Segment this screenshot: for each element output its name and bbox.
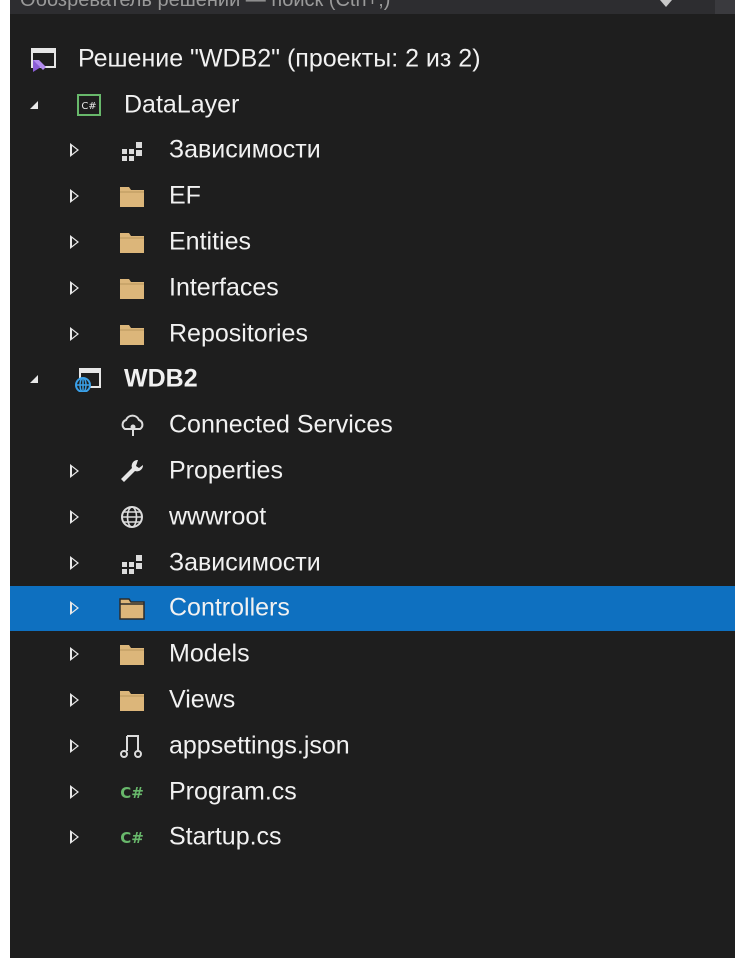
solution-explorer-panel: Обозреватель решений — поиск (Ctrl+;) Ре…	[10, 0, 735, 958]
collapse-arrow-icon[interactable]	[70, 647, 79, 662]
tree-item-label: Repositories	[169, 319, 308, 348]
connected-services-icon	[118, 412, 146, 438]
collapse-arrow-icon[interactable]	[70, 189, 79, 204]
svg-text:C#: C#	[81, 101, 96, 112]
tree-item-label: Connected Services	[169, 410, 393, 439]
tree-item-label: DataLayer	[124, 90, 240, 119]
tree-item-datalayer[interactable]: C# DataLayer	[10, 82, 735, 128]
json-file-icon	[118, 733, 146, 759]
solution-tree: Решение "WDB2" (проекты: 2 из 2) C# Data…	[10, 36, 735, 860]
tree-item-label: WDB2	[124, 364, 198, 393]
tree-item-label: Interfaces	[169, 273, 279, 302]
collapse-arrow-icon[interactable]	[70, 464, 79, 479]
tree-item-wwwroot[interactable]: wwwroot	[10, 494, 735, 540]
collapse-arrow-icon[interactable]	[70, 830, 79, 845]
tree-item-label: appsettings.json	[169, 731, 350, 760]
tree-item-startup-cs[interactable]: C# Startup.cs	[10, 815, 735, 861]
folder-icon	[118, 641, 146, 667]
tree-item-label: Зависимости	[169, 135, 321, 164]
tree-item-entities-folder[interactable]: Entities	[10, 219, 735, 265]
folder-icon	[118, 275, 146, 301]
vs-solution-icon	[30, 46, 58, 72]
collapse-arrow-icon[interactable]	[70, 738, 79, 753]
tree-item-appsettings[interactable]: appsettings.json	[10, 723, 735, 769]
folder-icon	[118, 321, 146, 347]
expand-arrow-icon[interactable]	[30, 100, 38, 109]
tree-item-label: Properties	[169, 456, 283, 485]
collapse-arrow-icon[interactable]	[70, 280, 79, 295]
tree-item-interfaces-folder[interactable]: Interfaces	[10, 265, 735, 311]
tree-item-label: Решение "WDB2" (проекты: 2 из 2)	[78, 44, 481, 73]
tree-item-label: Startup.cs	[169, 822, 282, 851]
web-project-icon	[74, 366, 102, 393]
tree-item-label: Views	[169, 685, 236, 714]
tree-item-repositories-folder[interactable]: Repositories	[10, 311, 735, 357]
tree-item-label: Program.cs	[169, 777, 297, 806]
tree-item-controllers-folder[interactable]: Controllers	[10, 585, 735, 632]
tree-item-properties[interactable]: Properties	[10, 448, 735, 494]
collapse-arrow-icon[interactable]	[70, 509, 79, 524]
tree-item-label: Entities	[169, 227, 251, 256]
tree-item-wdb2[interactable]: WDB2	[10, 357, 735, 403]
tree-item-dependencies[interactable]: Зависимости	[10, 540, 735, 586]
wrench-icon	[118, 458, 146, 484]
collapse-arrow-icon[interactable]	[70, 235, 79, 250]
collapse-arrow-icon[interactable]	[70, 601, 79, 616]
tree-item-program-cs[interactable]: C# Program.cs	[10, 769, 735, 815]
tree-item-label: Models	[169, 639, 250, 668]
folder-icon	[118, 687, 146, 713]
csharp-project-icon: C#	[74, 92, 102, 118]
tree-item-connected-services[interactable]: Connected Services	[10, 402, 735, 448]
folder-icon	[118, 595, 146, 621]
tree-item-models-folder[interactable]: Models	[10, 631, 735, 677]
collapse-arrow-icon[interactable]	[70, 326, 79, 341]
tree-item-label: EF	[169, 181, 201, 210]
tree-item-views-folder[interactable]: Views	[10, 677, 735, 723]
expand-arrow-icon[interactable]	[30, 375, 38, 384]
folder-icon	[118, 229, 146, 255]
header-scroll-strip	[715, 0, 735, 14]
collapse-arrow-icon[interactable]	[70, 693, 79, 708]
svg-text:C#: C#	[120, 784, 144, 802]
tree-item-label: Зависимости	[169, 548, 321, 577]
dropdown-arrow-icon[interactable]	[660, 0, 672, 7]
tree-item-dependencies[interactable]: Зависимости	[10, 128, 735, 174]
collapse-arrow-icon[interactable]	[70, 143, 79, 158]
csharp-file-icon: C#	[118, 779, 146, 805]
csharp-file-icon: C#	[118, 824, 146, 850]
tree-item-label: Controllers	[169, 593, 290, 622]
header-title: Обозреватель решений — поиск (Ctrl+;)	[20, 0, 391, 11]
dependencies-icon	[118, 550, 146, 576]
collapse-arrow-icon[interactable]	[70, 555, 79, 570]
folder-icon	[118, 183, 146, 209]
svg-text:C#: C#	[120, 829, 144, 847]
collapse-arrow-icon[interactable]	[70, 784, 79, 799]
tree-item-label: wwwroot	[169, 502, 267, 531]
search-header[interactable]: Обозреватель решений — поиск (Ctrl+;)	[10, 0, 735, 14]
tree-item-ef-folder[interactable]: EF	[10, 173, 735, 219]
tree-item-solution[interactable]: Решение "WDB2" (проекты: 2 из 2)	[10, 36, 735, 82]
dependencies-icon	[118, 137, 146, 163]
globe-icon	[118, 504, 146, 530]
